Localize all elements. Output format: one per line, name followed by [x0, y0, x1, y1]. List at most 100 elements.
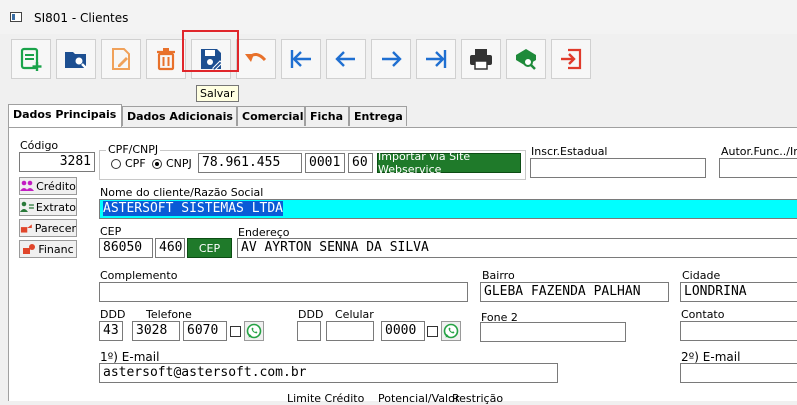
cnpj-part3-field[interactable]: 60	[348, 153, 373, 173]
cep-part2-field[interactable]: 460	[155, 238, 185, 258]
celular-whatsapp-button[interactable]	[441, 321, 461, 341]
save-icon	[201, 49, 223, 71]
save-button[interactable]	[191, 39, 231, 79]
bairro-field[interactable]: GLEBA FAZENDA PALHAN	[480, 282, 669, 302]
endereco-field[interactable]: AV AYRTON SENNA DA SILVA	[237, 238, 797, 258]
cpf-radio[interactable]	[111, 159, 121, 169]
credito-button[interactable]: Crédito	[19, 177, 77, 195]
next-icon	[382, 51, 402, 67]
contato-label: Contato	[681, 308, 725, 321]
edit-button[interactable]	[101, 39, 141, 79]
previous-record-button[interactable]	[326, 39, 366, 79]
window-title: SI801 - Clientes	[34, 11, 129, 25]
cnpj-part2-field[interactable]: 0001	[305, 153, 345, 173]
tab-entrega[interactable]: Entrega	[349, 106, 407, 126]
telefone-whatsapp-button[interactable]	[244, 321, 264, 341]
cnpj-radio[interactable]	[152, 159, 162, 169]
tab-dados-adicionais[interactable]: Dados Adicionais	[122, 106, 237, 126]
first-record-button[interactable]	[281, 39, 321, 79]
complemento-field[interactable]	[99, 282, 468, 302]
ddd-label: DDD	[100, 308, 126, 321]
telefone-part1-field[interactable]: 3028	[132, 321, 180, 341]
codigo-label: Código	[20, 139, 59, 152]
user-list-icon	[20, 201, 34, 212]
import-webservice-button[interactable]: Importar via Site Webservice	[377, 150, 521, 176]
financ-label: Financ	[38, 242, 74, 256]
search-mail-icon	[516, 49, 536, 70]
search-folder-icon	[65, 52, 87, 69]
tab-dados-principais[interactable]: Dados Principais	[8, 104, 122, 128]
potencial-label: Potencial/Valor	[378, 392, 460, 405]
cpf-cnpj-label: CPF/CNPJ	[106, 143, 161, 156]
undo-icon	[245, 53, 267, 62]
restricao-label: Restrição	[452, 392, 504, 405]
cidade-label: Cidade	[682, 269, 721, 282]
new-button[interactable]	[11, 39, 51, 79]
whatsapp-icon	[443, 323, 459, 339]
fone2-field[interactable]	[480, 322, 626, 342]
celular-part1-field[interactable]	[326, 321, 374, 341]
title-bar: SI801 - Clientes	[0, 0, 797, 34]
delete-icon	[157, 48, 175, 71]
inscr-field[interactable]	[530, 158, 706, 178]
contato-field[interactable]	[680, 321, 797, 341]
save-tooltip: Salvar	[196, 85, 239, 102]
app-icon	[10, 12, 22, 22]
financ-button[interactable]: Financ	[19, 240, 77, 258]
toolbar	[0, 34, 797, 96]
email1-field[interactable]: astersoft@astersoft.com.br	[99, 363, 558, 383]
inscr-label: Inscr.Estadual	[531, 145, 608, 158]
last-icon	[426, 50, 447, 68]
complemento-label: Complemento	[100, 269, 178, 282]
telefone-label: Telefone	[146, 308, 192, 321]
cep-button[interactable]: CEP	[187, 238, 232, 258]
email2-label: 2º) E-mail	[681, 350, 741, 364]
prev-icon	[335, 51, 355, 67]
credito-label: Crédito	[36, 179, 76, 193]
celular-whatsapp-checkbox[interactable]	[427, 326, 438, 337]
email1-label: 1º) E-mail	[100, 350, 160, 364]
celular-part2-field[interactable]: 0000	[381, 321, 425, 341]
tab-ficha[interactable]: Ficha	[305, 106, 349, 126]
cpf-label: CPF	[125, 157, 146, 170]
delete-button[interactable]	[146, 39, 186, 79]
parecer-button[interactable]: Parecer	[19, 219, 77, 237]
edit-icon	[112, 48, 130, 70]
tab-comercial[interactable]: Comercial	[237, 106, 305, 126]
search-mail-button[interactable]	[506, 39, 546, 79]
telefone-part2-field[interactable]: 6070	[183, 321, 227, 341]
tab-strip: Dados Principais Dados Adicionais Comerc…	[8, 104, 797, 128]
ddd-field[interactable]: 43	[99, 321, 123, 341]
codigo-field[interactable]: 3281	[19, 152, 95, 172]
autor-field[interactable]	[719, 158, 797, 178]
nome-value: ASTERSOFT SISTEMAS LTDA	[103, 201, 284, 216]
exit-button[interactable]	[551, 39, 591, 79]
exit-icon	[561, 48, 582, 70]
extrato-label: Extrato	[35, 200, 76, 214]
undo-button[interactable]	[236, 39, 276, 79]
next-record-button[interactable]	[371, 39, 411, 79]
last-record-button[interactable]	[416, 39, 456, 79]
whatsapp-icon	[246, 323, 262, 339]
limite-credito-label: Limite Crédito	[287, 392, 365, 405]
parecer-label: Parecer	[34, 221, 76, 235]
email2-field[interactable]	[680, 363, 797, 383]
celular-label: Celular	[335, 308, 374, 321]
ddd2-field[interactable]	[297, 321, 321, 341]
new-icon	[20, 47, 42, 71]
print-icon	[470, 49, 492, 70]
money-hand-icon	[23, 244, 36, 254]
cidade-field[interactable]: LONDRINA	[680, 282, 797, 302]
cnpj-part1-field[interactable]: 78.961.455	[198, 153, 302, 173]
nome-field[interactable]: ASTERSOFT SISTEMAS LTDA	[99, 199, 797, 219]
first-icon	[290, 50, 311, 68]
cep-part1-field[interactable]: 86050	[99, 238, 153, 258]
telefone-whatsapp-checkbox[interactable]	[230, 326, 241, 337]
search-button[interactable]	[56, 39, 96, 79]
extrato-button[interactable]: Extrato	[19, 198, 77, 216]
print-button[interactable]	[461, 39, 501, 79]
cnpj-label: CNPJ	[166, 157, 192, 170]
cep-label: CEP	[100, 225, 122, 238]
nome-label: Nome do cliente/Razão Social	[100, 186, 264, 199]
ddd2-label: DDD	[298, 308, 324, 321]
